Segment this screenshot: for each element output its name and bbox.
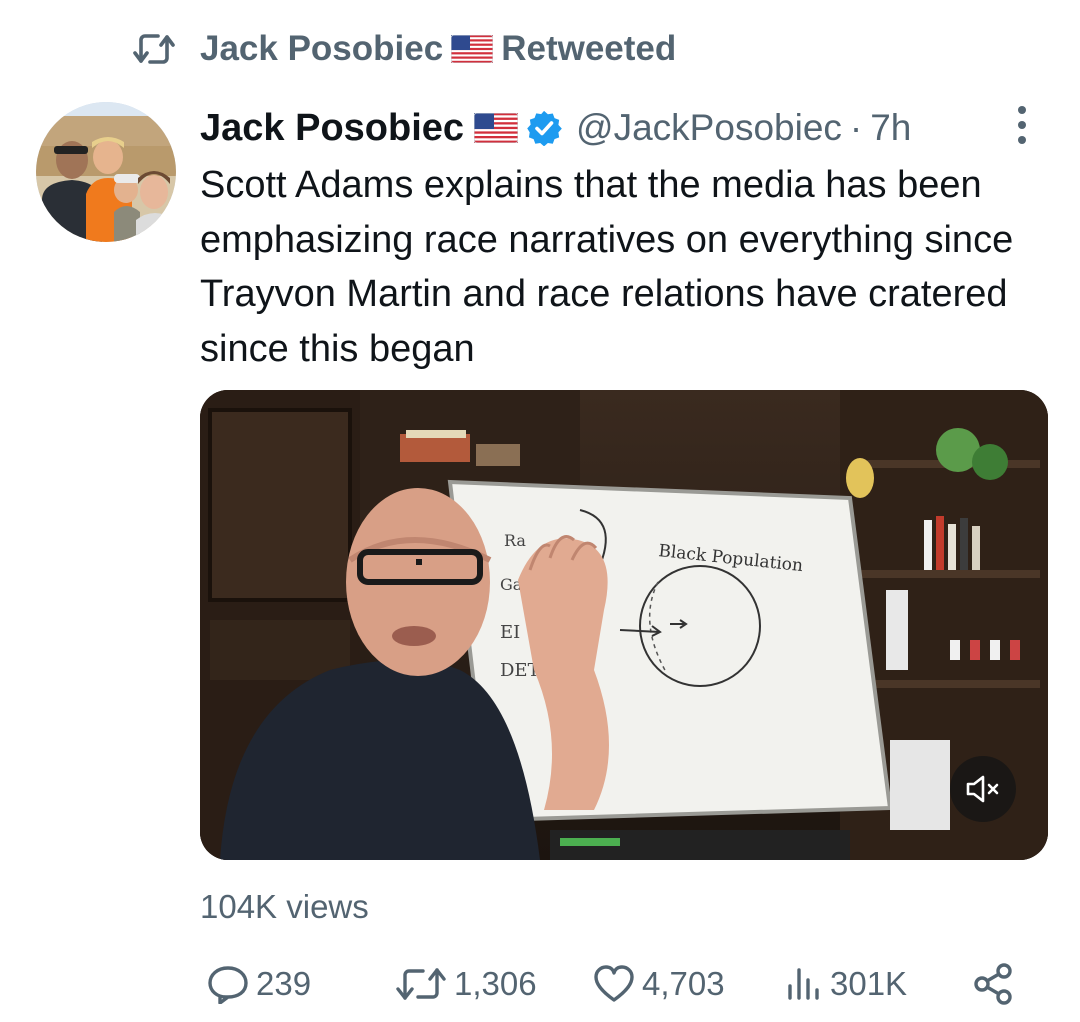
tweet-text: Scott Adams explains that the media has …	[200, 164, 1014, 370]
author-handle[interactable]: @JackPosobiec	[576, 107, 842, 149]
analytics-button[interactable]: 301K	[784, 958, 907, 1010]
retweet-icon	[396, 968, 446, 1000]
reply-button[interactable]: 239	[206, 958, 311, 1010]
share-icon	[974, 963, 1012, 1005]
heart-icon	[594, 965, 634, 1002]
video-frame: Black Population Ra Ga EI DET	[200, 390, 1048, 860]
more-options-icon[interactable]	[1010, 104, 1034, 146]
us-flag-icon	[474, 113, 519, 143]
retweet-button[interactable]: 1,306	[394, 958, 537, 1010]
avatar[interactable]	[36, 102, 176, 242]
whiteboard-item: Ra	[504, 531, 526, 550]
tweet-header: Jack Posobiec @JackPosobiec · 7h	[200, 102, 911, 154]
us-flag-icon	[451, 35, 494, 63]
like-count: 4,703	[642, 965, 725, 1002]
like-button[interactable]: 4,703	[592, 958, 725, 1010]
video-player[interactable]: Black Population Ra Ga EI DET	[200, 390, 1048, 860]
avatar-photo	[36, 102, 176, 242]
retweeter-name[interactable]: Jack Posobiec	[200, 29, 443, 69]
bar-chart-icon	[788, 968, 819, 1000]
author-name[interactable]: Jack Posobiec	[200, 107, 464, 150]
retweeted-label: Retweeted	[501, 29, 677, 68]
verified-badge-icon	[527, 110, 562, 146]
tweet-timestamp[interactable]: 7h	[870, 107, 911, 149]
separator-dot: ·	[849, 107, 863, 148]
retweet-header: Jack Posobiec Retweeted	[132, 26, 676, 72]
whiteboard-item: EI	[500, 622, 520, 643]
view-count: 104K views	[200, 888, 369, 925]
retweet-count: 1,306	[454, 965, 537, 1002]
reply-count: 239	[256, 965, 312, 1002]
muted-speaker-icon	[966, 775, 999, 803]
share-button[interactable]	[972, 958, 1022, 1010]
reply-icon	[208, 966, 248, 1004]
retweet-icon	[133, 34, 175, 64]
impressions-count: 301K	[830, 965, 908, 1002]
mute-button[interactable]	[950, 756, 1016, 822]
